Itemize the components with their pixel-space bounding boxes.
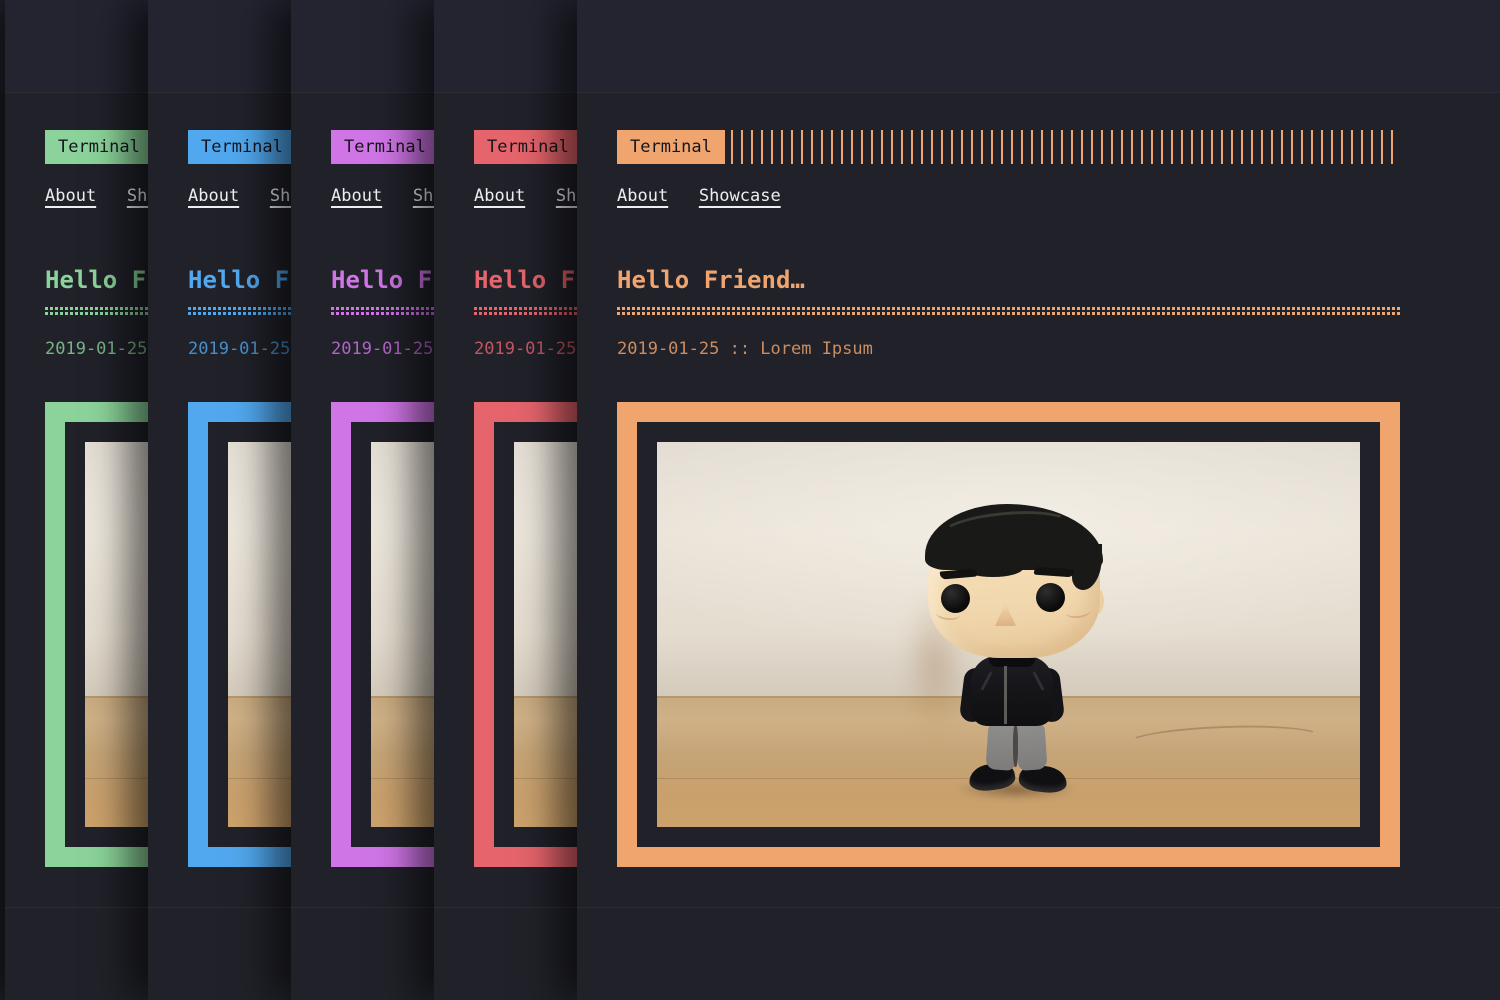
menu-link-about[interactable]: About [474, 186, 525, 206]
menu-link-about[interactable]: About [45, 186, 96, 206]
menu-link-about[interactable]: About [617, 186, 668, 206]
menu-link-about[interactable]: About [188, 186, 239, 206]
panel-content: Terminal About Showcase Hello Friend… 20… [577, 92, 1500, 907]
post-title: Hello Friend… [617, 266, 805, 294]
menu-link-about[interactable]: About [331, 186, 382, 206]
figure-head [928, 504, 1100, 658]
logo-stripes-decoration [731, 130, 1400, 164]
site-header: Terminal [617, 130, 1400, 164]
site-logo[interactable]: Terminal [188, 130, 296, 164]
site-logo[interactable]: Terminal [45, 130, 153, 164]
post-meta: 2019-01-25 :: Lorem Ipsum [617, 341, 873, 358]
post-title-underline-dots [617, 307, 1400, 315]
theme-demo-collage: Terminal About Showcase Hello Friend… 20… [0, 0, 1500, 1000]
funko-pop-photo [657, 442, 1360, 827]
figure-jacket-zipper [1004, 666, 1007, 724]
site-menu: About Showcase [617, 186, 802, 206]
site-logo[interactable]: Terminal [617, 130, 725, 164]
theme-panel-orange: Terminal About Showcase Hello Friend… 20… [577, 0, 1500, 1000]
menu-link-showcase[interactable]: Showcase [699, 186, 781, 206]
figure-right-leg [1015, 722, 1047, 771]
framed-photo [617, 402, 1400, 867]
site-logo[interactable]: Terminal [474, 130, 582, 164]
site-logo[interactable]: Terminal [331, 130, 439, 164]
figure-right-eye [1036, 583, 1065, 612]
figure-leg-gap-shadow [1013, 725, 1018, 767]
